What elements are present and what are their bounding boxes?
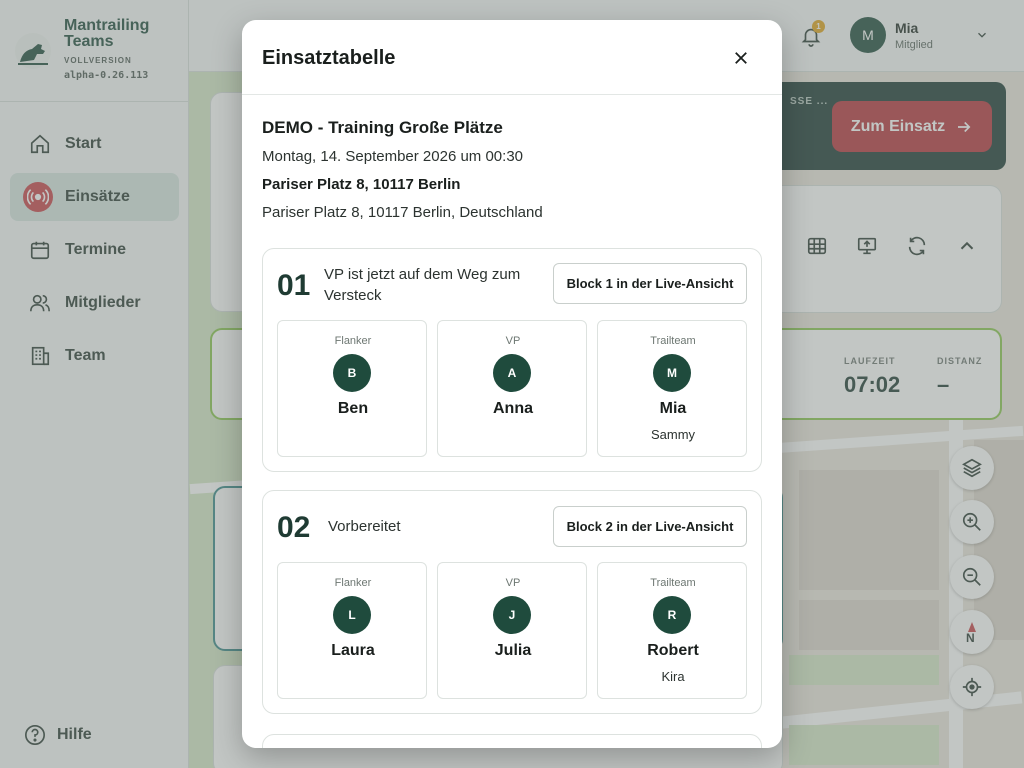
event-date: Montag, 14. September 2026 um 00:30 [262,148,524,165]
event-full-address: Pariser Platz 8, 10117 Berlin, Deutschla… [262,204,543,221]
block-live-view-button[interactable]: Block 2 in der Live-Ansicht [553,506,747,547]
event-address: Pariser Platz 8, 10117 Berlin [262,176,461,193]
role-label: Flanker [334,577,372,589]
person-name: Julia [494,642,532,659]
person-name: Anna [493,400,533,417]
avatar: B [333,354,371,392]
event-title: DEMO - Training Große Plätze [262,118,503,137]
avatar: R [653,596,691,634]
close-icon [735,52,747,64]
dog-name: Kira [661,669,685,684]
block-number: 02 [277,511,311,544]
role-card-trailteam: Trailteam M Mia Sammy [597,320,747,457]
modal-header: Einsatztabelle [242,20,782,95]
einsatztabelle-modal: Einsatztabelle DEMO - Training Große Plä… [242,20,782,748]
avatar: J [493,596,531,634]
avatar: L [333,596,371,634]
role-card-vp: VP J Julia [437,562,587,699]
modal-title: Einsatztabelle [262,47,396,69]
block-card: 02 Vorbereitet Block 2 in der Live-Ansic… [262,490,762,714]
role-card-vp: VP A Anna [437,320,587,457]
block-status: VP ist jetzt auf dem Weg zum Versteck [324,266,521,304]
dog-name: Sammy [650,427,696,442]
person-name: Ben [337,400,369,417]
avatar: A [493,354,531,392]
modal-body[interactable]: DEMO - Training Große Plätze Montag, 14.… [242,96,782,748]
block-live-view-button[interactable]: Block 1 in der Live-Ansicht [553,263,747,304]
role-card-flanker: Flanker L Laura [277,562,427,699]
role-card-trailteam: Trailteam R Robert Kira [597,562,747,699]
close-button[interactable] [726,43,756,73]
role-label: Trailteam [650,577,696,589]
block-card-partial [262,734,762,748]
avatar: M [653,354,691,392]
block-status: Vorbereitet [328,518,401,535]
role-label: Trailteam [650,335,696,347]
role-label: Flanker [334,335,372,347]
person-name: Robert [647,642,699,659]
role-card-flanker: Flanker B Ben [277,320,427,457]
role-label: VP [505,335,521,347]
block-card: 01 VP ist jetzt auf dem Weg zum Versteck… [262,248,762,472]
person-name: Laura [331,642,375,659]
role-label: VP [505,577,521,589]
block-number: 01 [277,269,311,302]
person-name: Mia [659,400,687,417]
